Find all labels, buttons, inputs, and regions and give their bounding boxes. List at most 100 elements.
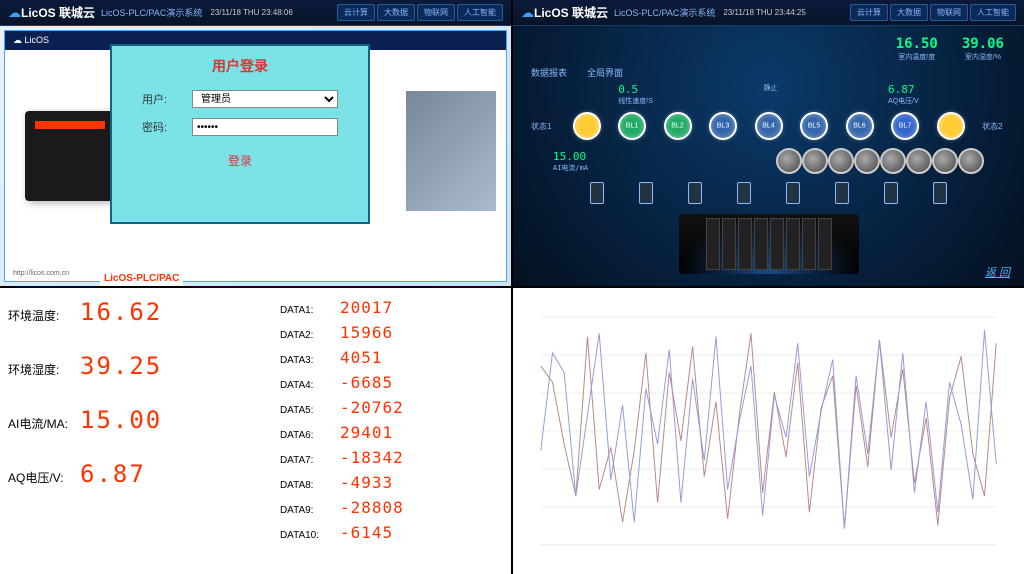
data-value-3: -6685 xyxy=(340,373,393,392)
switch-1[interactable] xyxy=(590,182,604,204)
knob-6[interactable] xyxy=(906,148,932,174)
user-label: 用户: xyxy=(142,91,192,107)
btn-iot[interactable]: 物联网 xyxy=(930,4,968,21)
logo-icon: ☁ xyxy=(8,5,21,21)
knob-4[interactable] xyxy=(854,148,880,174)
data-label-5: DATA6: xyxy=(280,430,340,441)
knob-2[interactable] xyxy=(802,148,828,174)
data-label-9: DATA10: xyxy=(280,530,340,541)
btn-iot[interactable]: 物联网 xyxy=(417,4,455,21)
tab-global[interactable]: 全局界面 xyxy=(587,66,623,79)
knob-7[interactable] xyxy=(932,148,958,174)
speed-label: 线性速度/S xyxy=(618,96,653,106)
status-label: 静止 xyxy=(763,83,777,93)
switch-6[interactable] xyxy=(835,182,849,204)
data-panel: 环境温度:16.62环境湿度:39.25AI电流/MA:15.00AQ电压/V:… xyxy=(0,288,511,574)
big-value-0: 16.62 xyxy=(80,298,162,326)
switch-5[interactable] xyxy=(786,182,800,204)
reading-hum-label: 室内湿度/% xyxy=(962,52,1004,62)
bottom-product-label: LicOS-PLC/PAC xyxy=(100,271,183,286)
data-label-2: DATA3: xyxy=(280,355,340,366)
data-label-6: DATA7: xyxy=(280,455,340,466)
back-link[interactable]: 返 回 xyxy=(985,264,1010,280)
data-label-0: DATA1: xyxy=(280,305,340,316)
logo-text: LicOS 联城云 xyxy=(534,4,608,21)
btn-ai[interactable]: 人工智能 xyxy=(457,4,503,21)
data-value-5: 29401 xyxy=(340,423,393,442)
btn-cloud[interactable]: 云计算 xyxy=(337,4,375,21)
datetime: 23/11/18 THU 23:48:06 xyxy=(210,8,292,17)
data-label-8: DATA9: xyxy=(280,505,340,516)
header-bar-2: ☁ LicOS 联城云 LicOS-PLC/PAC演示系统 23/11/18 T… xyxy=(513,0,1024,26)
chart-panel xyxy=(513,288,1024,574)
data-value-7: -4933 xyxy=(340,473,393,492)
big-label-0: 环境温度: xyxy=(8,307,80,324)
bulb-bl4[interactable]: BL4 xyxy=(755,112,783,140)
ai-current-label: AI电流/mA xyxy=(553,163,588,173)
btn-bigdata[interactable]: 大数据 xyxy=(377,4,415,21)
login-modal: 用户登录 用户: 管理员 密码: 登录 xyxy=(110,44,370,224)
aq-label: AQ电压/V xyxy=(888,96,919,106)
switch-2[interactable] xyxy=(639,182,653,204)
cloud-icon: ☁ LicOS xyxy=(13,35,49,46)
data-value-1: 15966 xyxy=(340,323,393,342)
bulb-bl2[interactable]: BL2 xyxy=(664,112,692,140)
password-label: 密码: xyxy=(142,119,192,135)
system-title: LicOS-PLC/PAC演示系统 xyxy=(614,6,715,19)
trend-chart xyxy=(521,296,1016,566)
login-button[interactable]: 登录 xyxy=(122,152,358,169)
aq-value: 6.87 xyxy=(888,83,919,96)
knob-8[interactable] xyxy=(958,148,984,174)
tab-report[interactable]: 数据报表 xyxy=(531,66,567,79)
reading-temp-label: 室内温度/度 xyxy=(896,52,938,62)
data-value-6: -18342 xyxy=(340,448,404,467)
btn-bigdata[interactable]: 大数据 xyxy=(890,4,928,21)
building-photo xyxy=(406,91,496,211)
logo-text: LicOS 联城云 xyxy=(21,4,95,21)
bulb-bl3[interactable]: BL3 xyxy=(709,112,737,140)
knob-1[interactable] xyxy=(776,148,802,174)
switch-4[interactable] xyxy=(737,182,751,204)
device-image xyxy=(25,111,115,201)
bulb-bl6[interactable]: BL6 xyxy=(846,112,874,140)
big-label-2: AI电流/MA: xyxy=(8,415,80,432)
logo-icon: ☁ xyxy=(521,5,534,21)
login-panel: ☁ LicOS 联城云 LicOS-PLC/PAC演示系统 23/11/18 T… xyxy=(0,0,511,286)
big-value-2: 15.00 xyxy=(80,406,162,434)
big-value-3: 6.87 xyxy=(80,460,146,488)
switch-8[interactable] xyxy=(933,182,947,204)
switch-7[interactable] xyxy=(884,182,898,204)
right-side-label: 状态2 xyxy=(982,121,1006,132)
switch-3[interactable] xyxy=(688,182,702,204)
header-bar: ☁ LicOS 联城云 LicOS-PLC/PAC演示系统 23/11/18 T… xyxy=(0,0,511,26)
data-label-1: DATA2: xyxy=(280,330,340,341)
bulb-bl7[interactable]: BL7 xyxy=(891,112,919,140)
plc-rack-image xyxy=(679,214,859,274)
big-label-3: AQ电压/V: xyxy=(8,469,80,486)
reading-hum: 39.06 xyxy=(962,36,1004,52)
data-value-4: -20762 xyxy=(340,398,404,417)
bulb-bl1[interactable]: BL1 xyxy=(618,112,646,140)
bulb-left[interactable] xyxy=(573,112,601,140)
login-title: 用户登录 xyxy=(122,56,358,76)
data-label-4: DATA5: xyxy=(280,405,340,416)
bulb-bl5[interactable]: BL5 xyxy=(800,112,828,140)
header-buttons: 云计算 大数据 物联网 人工智能 xyxy=(850,4,1016,21)
web-url: http://licos.com.cn xyxy=(13,270,69,277)
dashboard-panel: ☁ LicOS 联城云 LicOS-PLC/PAC演示系统 23/11/18 T… xyxy=(513,0,1024,286)
speed-value: 0.5 xyxy=(618,83,653,96)
knob-5[interactable] xyxy=(880,148,906,174)
bulb-right[interactable] xyxy=(937,112,965,140)
user-select[interactable]: 管理员 xyxy=(192,90,338,108)
web-footer: http://licos.com.cn xyxy=(13,270,498,277)
knob-3[interactable] xyxy=(828,148,854,174)
system-title: LicOS-PLC/PAC演示系统 xyxy=(101,6,202,19)
data-value-8: -28808 xyxy=(340,498,404,517)
btn-ai[interactable]: 人工智能 xyxy=(970,4,1016,21)
password-input[interactable] xyxy=(192,118,338,136)
ai-current-value: 15.00 xyxy=(553,150,586,163)
data-value-9: -6145 xyxy=(340,523,393,542)
data-label-3: DATA4: xyxy=(280,380,340,391)
btn-cloud[interactable]: 云计算 xyxy=(850,4,888,21)
data-value-2: 4051 xyxy=(340,348,383,367)
